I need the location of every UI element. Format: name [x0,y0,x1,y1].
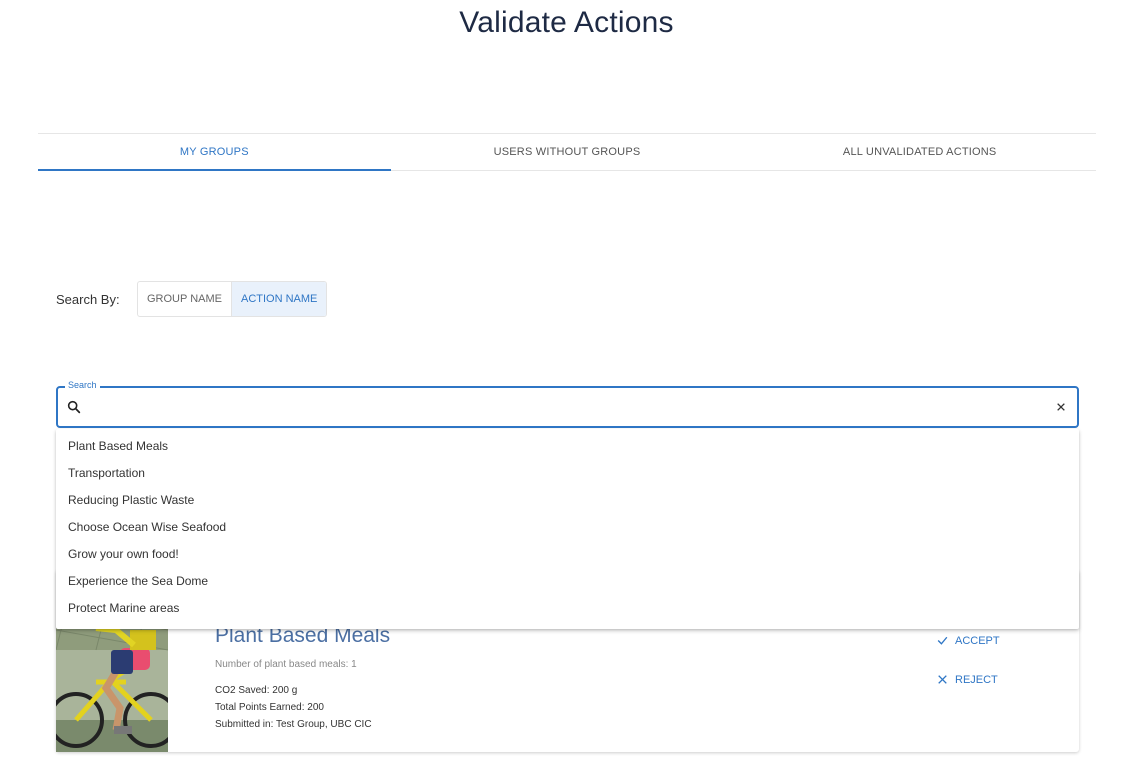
reject-label: REJECT [955,673,998,686]
search-icon [67,400,81,414]
total-points: Total Points Earned: 200 [215,702,324,713]
search-by-toggle-group: GROUP NAME ACTION NAME [137,281,328,317]
toggle-group-name[interactable]: GROUP NAME [138,282,231,316]
suggestion-item[interactable]: Reducing Plastic Waste [56,487,1079,514]
tab-my-groups[interactable]: MY GROUPS [38,134,391,171]
suggestion-item[interactable]: Protect Marine areas [56,595,1079,622]
suggestion-item[interactable]: Plant Based Meals [56,433,1079,460]
search-field-label: Search [65,380,100,390]
submitted-in: Submitted in: Test Group, UBC CIC [215,719,372,730]
tab-bar: MY GROUPS USERS WITHOUT GROUPS ALL UNVAL… [38,133,1096,171]
search-by-label: Search By: [56,292,120,307]
toggle-action-name[interactable]: ACTION NAME [230,282,327,316]
check-icon [937,636,948,645]
accept-label: ACCEPT [955,634,1000,647]
search-input[interactable] [90,394,1041,420]
tab-users-without-groups[interactable]: USERS WITHOUT GROUPS [391,134,744,170]
accept-button[interactable]: ACCEPT [936,634,1000,647]
action-subtext: Number of plant based meals: 1 [215,659,357,670]
reject-button[interactable]: REJECT [936,673,998,686]
search-field: Search [56,380,1079,428]
suggestion-item[interactable]: Experience the Sea Dome [56,568,1079,595]
suggestion-item[interactable]: Grow your own food! [56,541,1079,568]
page-title: Validate Actions [459,6,674,39]
search-suggestions-dropdown: Plant Based Meals Transportation Reducin… [56,429,1079,629]
close-icon [938,675,947,684]
co2-saved: CO2 Saved: 200 g [215,685,298,696]
suggestion-item[interactable]: Transportation [56,460,1079,487]
close-icon[interactable] [1053,399,1069,415]
suggestion-item[interactable]: Choose Ocean Wise Seafood [56,514,1079,541]
tab-all-unvalidated-actions[interactable]: ALL UNVALIDATED ACTIONS [743,134,1096,170]
